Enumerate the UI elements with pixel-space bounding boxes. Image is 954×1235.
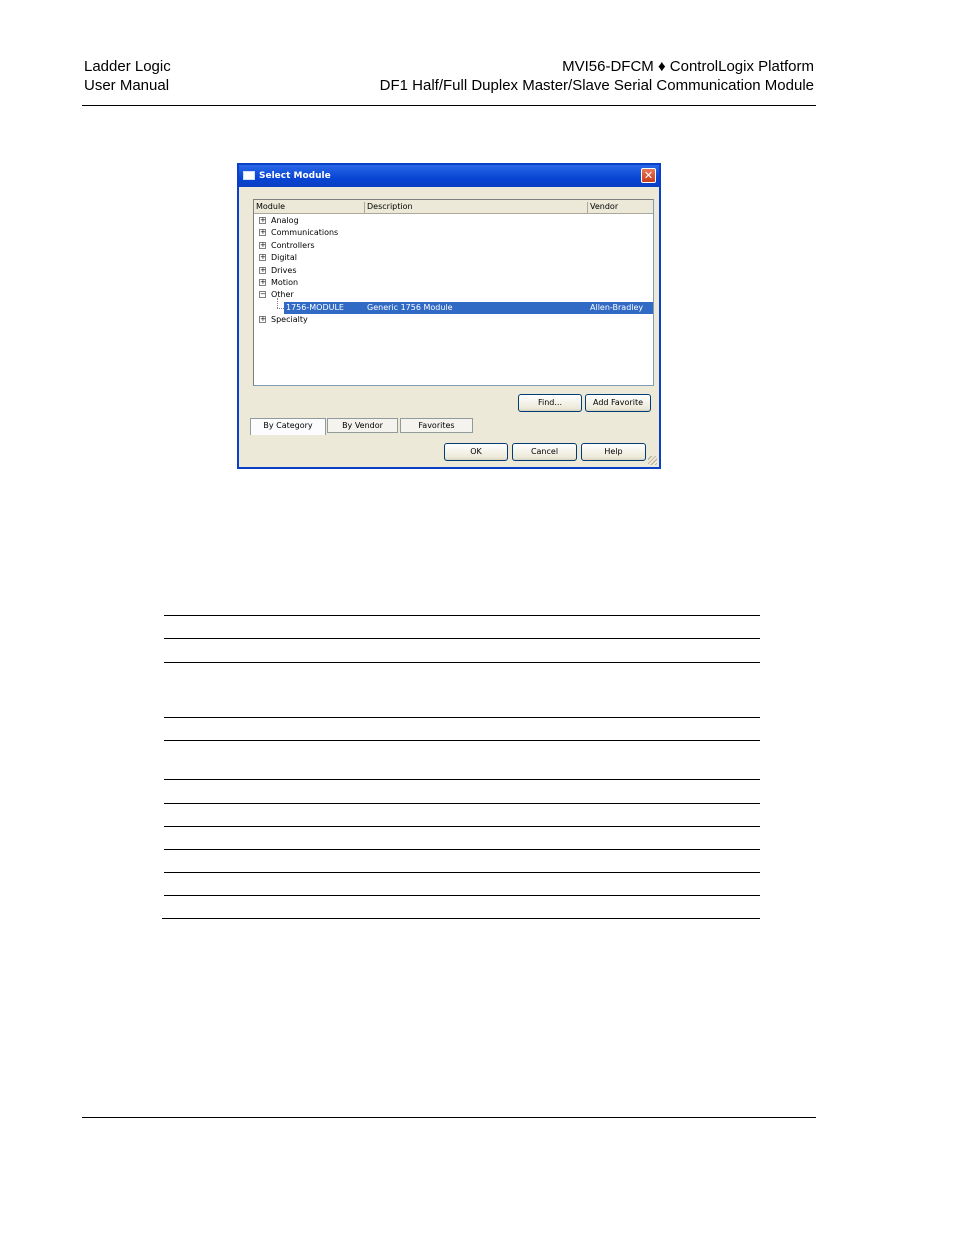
header-product: MVI56-DFCM ♦ ControlLogix Platform <box>562 58 814 75</box>
header-rule <box>82 105 816 106</box>
add-favorite-button[interactable]: Add Favorite <box>585 394 651 412</box>
select-module-dialog: Select Module ✕ Module Description Vendo… <box>237 163 661 469</box>
expand-icon[interactable]: + <box>259 242 266 249</box>
tree-item-motion[interactable]: + Motion <box>254 277 653 289</box>
expand-icon[interactable]: + <box>259 267 266 274</box>
expand-icon[interactable]: + <box>259 217 266 224</box>
tree-item-label: Digital <box>271 253 297 262</box>
collapse-icon[interactable]: − <box>259 291 266 298</box>
dialog-titlebar[interactable]: Select Module ✕ <box>239 165 659 187</box>
header-doc-section: Ladder Logic <box>84 58 171 75</box>
header-right: MVI56-DFCM ♦ ControlLogix Platform DF1 H… <box>380 57 814 95</box>
table-rule <box>164 740 760 741</box>
close-button[interactable]: ✕ <box>641 168 656 183</box>
expand-icon[interactable]: + <box>259 254 266 261</box>
header-left: Ladder Logic User Manual <box>84 57 171 95</box>
footer-rule <box>82 1117 816 1118</box>
column-description[interactable]: Description <box>365 202 588 213</box>
tree-item-label: Analog <box>271 216 299 225</box>
tab-favorites[interactable]: Favorites <box>400 418 473 433</box>
table-rule <box>164 803 760 804</box>
tree-item-drives[interactable]: + Drives <box>254 265 653 277</box>
table-rule <box>164 849 760 850</box>
table-rule <box>162 918 760 919</box>
cancel-button[interactable]: Cancel <box>512 443 577 461</box>
tab-by-vendor[interactable]: By Vendor <box>327 418 398 433</box>
selected-vendor: Allen-Bradley <box>590 303 644 312</box>
column-module[interactable]: Module <box>254 202 365 213</box>
help-button[interactable]: Help <box>581 443 646 461</box>
expand-icon[interactable]: + <box>259 279 266 286</box>
window-icon <box>243 171 255 180</box>
expand-icon[interactable]: + <box>259 229 266 236</box>
tree-item-label: Other <box>271 290 294 299</box>
tree-item-label: Communications <box>271 228 339 237</box>
tree-item-1756-module[interactable]: 1756-MODULE Generic 1756 Module Allen-Br… <box>254 302 653 314</box>
find-button[interactable]: Find... <box>518 394 582 412</box>
tree-item-label: Drives <box>271 266 297 275</box>
table-rule <box>164 895 760 896</box>
table-rule <box>164 872 760 873</box>
tree-item-controllers[interactable]: + Controllers <box>254 240 653 252</box>
ok-button[interactable]: OK <box>444 443 508 461</box>
table-rule <box>164 638 760 639</box>
table-rule <box>164 717 760 718</box>
table-rule <box>164 826 760 827</box>
tree-item-label: Controllers <box>271 241 315 250</box>
tree-item-label: Motion <box>271 278 299 287</box>
tree-item-digital[interactable]: + Digital <box>254 252 653 264</box>
tree-item-other[interactable]: − Other <box>254 289 653 301</box>
column-header: Module Description Vendor <box>254 200 653 214</box>
dialog-title: Select Module <box>259 171 331 181</box>
close-icon: ✕ <box>643 169 654 182</box>
tab-by-category[interactable]: By Category <box>250 418 326 435</box>
table-rule <box>164 615 760 616</box>
module-list[interactable]: Module Description Vendor + Analog + Com… <box>253 199 654 386</box>
header-doc-type: User Manual <box>84 77 170 94</box>
column-vendor[interactable]: Vendor <box>588 202 653 213</box>
tree-item-analog[interactable]: + Analog <box>254 215 653 227</box>
expand-icon[interactable]: + <box>259 316 266 323</box>
selected-module: 1756-MODULE <box>286 303 344 312</box>
table-rule <box>164 662 760 663</box>
tree-item-specialty[interactable]: + Specialty <box>254 314 653 326</box>
selected-description: Generic 1756 Module <box>367 303 453 312</box>
tree-item-communications[interactable]: + Communications <box>254 227 653 239</box>
header-product-desc: DF1 Half/Full Duplex Master/Slave Serial… <box>379 77 814 94</box>
table-rule <box>164 779 760 780</box>
tree-item-label: Specialty <box>271 315 308 324</box>
resize-grip-icon[interactable] <box>648 456 657 465</box>
